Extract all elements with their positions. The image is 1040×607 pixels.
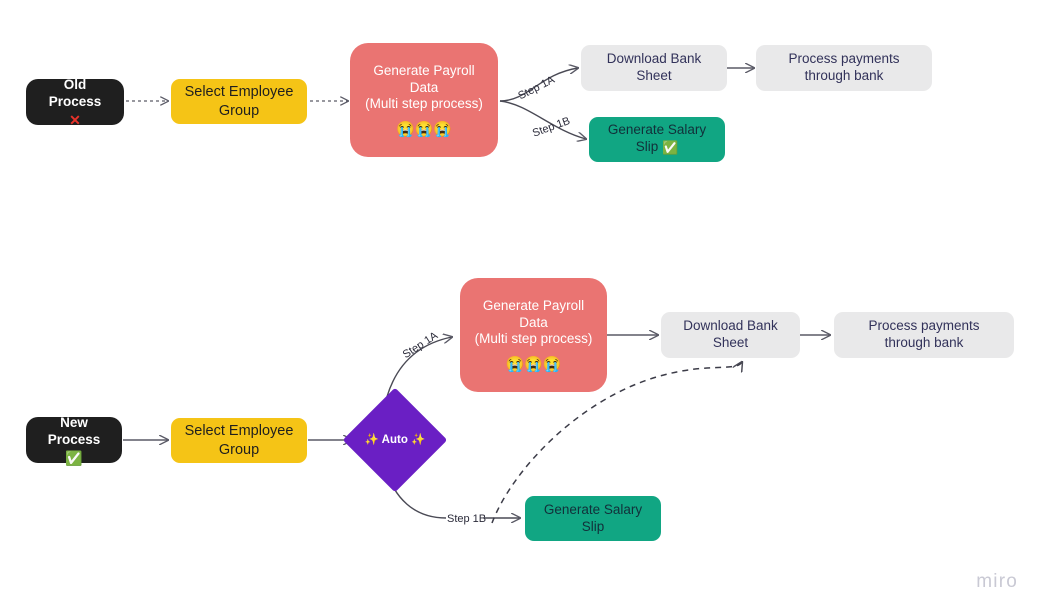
node-auto-decision-label: ✨ Auto ✨ [364,433,426,446]
node-generate-payroll-data-bottom[interactable]: Generate Payroll Data (Multi step proces… [460,278,607,392]
node-generate-salary-slip-top-label: Generate Salary Slip [607,122,707,155]
node-download-bank-sheet-top-label: Download Bank Sheet [606,51,702,83]
edge-label-step-1a-top: Step 1A [516,73,557,103]
edge-label-step-1b-top: Step 1B [530,114,572,140]
node-generate-payroll-data-top[interactable]: Generate Payroll Data (Multi step proces… [350,43,498,157]
node-download-bank-sheet-bottom-label: Download Bank Sheet [683,318,778,350]
node-download-bank-sheet-bottom[interactable]: Download Bank Sheet [661,312,800,358]
node-select-employee-group-top-label: Select Employee Group [184,84,294,119]
node-process-payments-top-label: Process payments through bank [788,51,900,83]
diagram-canvas: Old Process ✕ Select Employee Group Gene… [0,0,1040,607]
node-select-employee-group-bottom-label: Select Employee Group [184,423,294,458]
node-old-process[interactable]: Old Process ✕ [26,77,124,128]
edge-label-step-1b-bottom: Step 1B [447,513,487,525]
node-process-payments-bottom[interactable]: Process payments through bank [834,312,1014,358]
payroll-top-line2: (Multi step process) [365,96,483,112]
node-new-process[interactable]: New Process ✅ [26,415,122,466]
node-new-process-label: New Process [47,415,101,447]
payroll-bottom-line1: Generate Payroll Data [482,297,585,330]
green-check-mark: ✅ [662,140,679,156]
node-process-payments-bottom-label: Process payments through bank [868,318,980,350]
node-generate-salary-slip-top[interactable]: Generate Salary Slip ✅ [589,117,725,162]
payroll-bottom-line2: (Multi step process) [474,331,593,347]
crying-face-emoji: 😭😭😭 [505,356,562,374]
node-auto-decision[interactable]: ✨ Auto ✨ [342,387,448,493]
green-check-mark: ✅ [65,449,83,466]
red-cross-mark: ✕ [69,111,81,128]
node-download-bank-sheet-top[interactable]: Download Bank Sheet [581,45,727,91]
node-select-employee-group-bottom[interactable]: Select Employee Group [171,418,307,463]
crying-face-emoji: 😭😭😭 [395,121,453,139]
node-generate-salary-slip-bottom[interactable]: Generate Salary Slip [525,496,661,541]
node-old-process-label: Old Process [48,77,102,109]
payroll-top-line1: Generate Payroll Data [373,62,475,95]
node-select-employee-group-top[interactable]: Select Employee Group [171,79,307,124]
node-process-payments-top[interactable]: Process payments through bank [756,45,932,91]
node-generate-salary-slip-bottom-label: Generate Salary Slip [543,501,643,534]
miro-watermark: miro [976,571,1018,592]
edge-label-step-1a-bottom: Step 1A [400,329,441,362]
